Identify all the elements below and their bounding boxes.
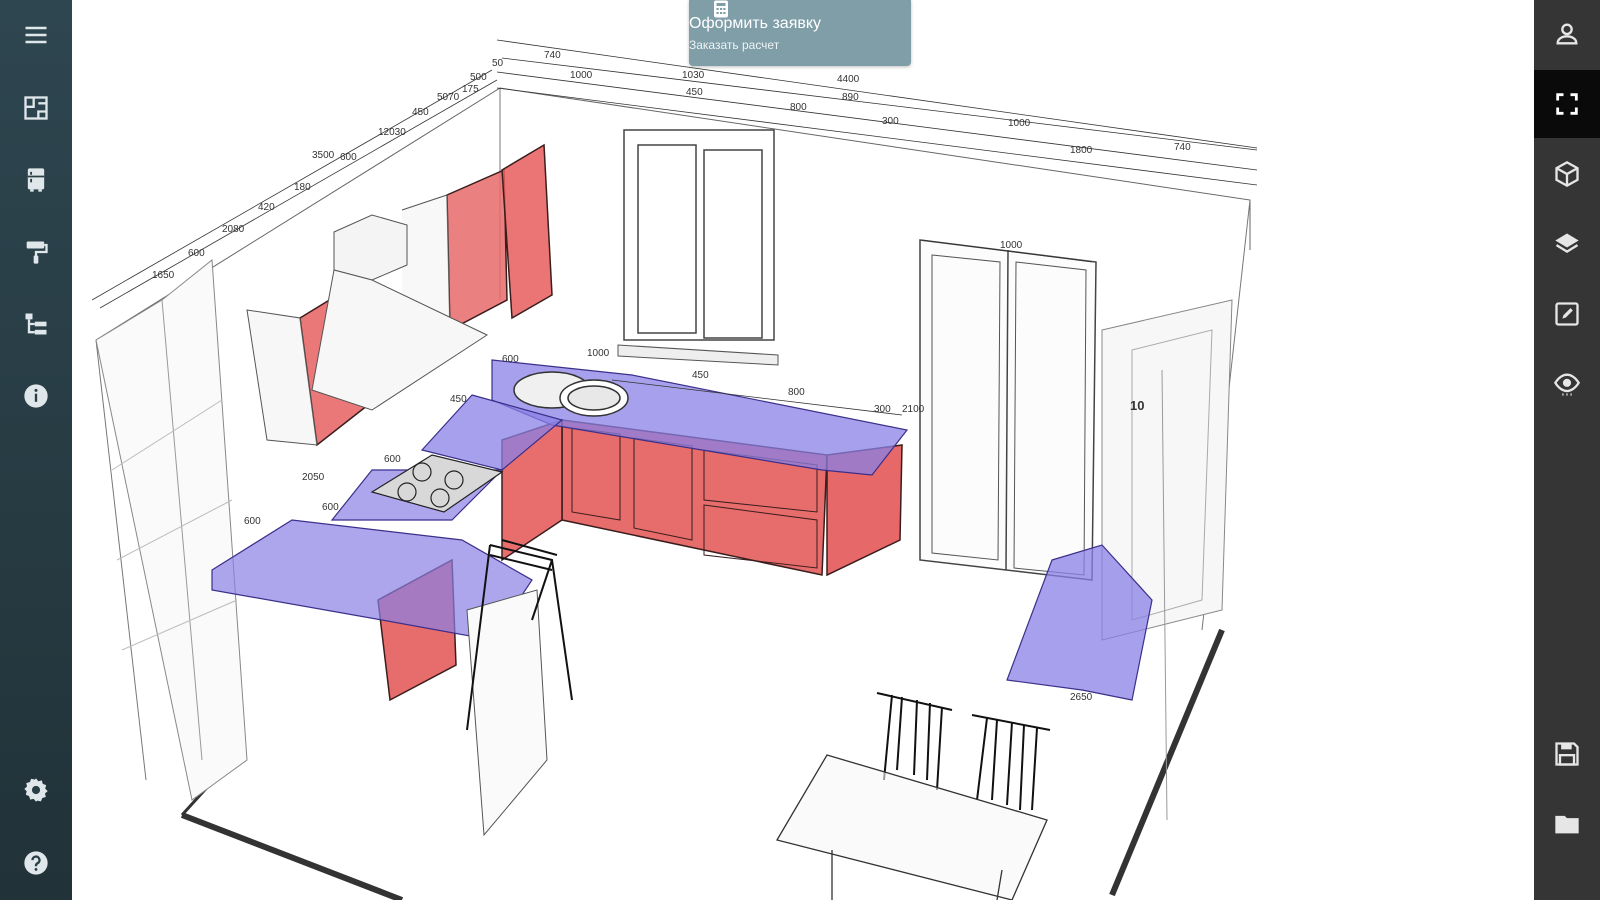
menu-icon — [25, 26, 47, 44]
dim-right-1: 10 — [1130, 398, 1144, 413]
dim-left-8: 12030 — [378, 127, 406, 138]
materials-button[interactable] — [0, 222, 72, 282]
dim-window-1: 1000 — [587, 348, 610, 359]
dim-left-1: 1650 — [152, 270, 175, 281]
dim-left-3: 2080 — [222, 224, 245, 235]
info-icon — [24, 384, 48, 408]
dim-left-4: 420 — [258, 202, 275, 213]
floor-plan-icon — [24, 96, 48, 120]
fullscreen-button[interactable] — [1534, 70, 1600, 138]
furniture-icon — [27, 168, 45, 192]
3d-view-button[interactable] — [1534, 140, 1600, 208]
dim-left-12: 500 — [470, 72, 487, 83]
help-button[interactable] — [0, 833, 72, 893]
kitchen-planner-app: 740 1000 1030 450 800 890 300 4400 1000 … — [0, 0, 1600, 900]
dim-top-4: 450 — [686, 87, 703, 98]
calculator-icon — [714, 0, 728, 18]
edit-icon — [1555, 302, 1579, 326]
user-icon — [1556, 23, 1578, 45]
dim-top-8: 4400 — [837, 74, 860, 85]
dim-height-1: 2050 — [302, 472, 325, 483]
folder-icon — [1555, 815, 1579, 834]
structure-button[interactable] — [0, 294, 72, 354]
fullscreen-icon — [1556, 93, 1578, 115]
dim-window-5: 2100 — [902, 404, 925, 415]
order-button-subtitle: Заказать расчет — [689, 37, 780, 52]
save-button[interactable] — [1534, 720, 1600, 788]
save-icon — [1555, 742, 1579, 766]
help-icon — [24, 851, 48, 875]
dim-height-2: 2650 — [1070, 692, 1093, 703]
dim-left-7: 600 — [340, 152, 357, 163]
dim-side-4: 450 — [450, 394, 467, 405]
dim-top-7: 300 — [882, 116, 899, 127]
dim-left-10: 5070 — [437, 92, 460, 103]
dim-side-3: 600 — [384, 454, 401, 465]
dim-top-2: 1000 — [570, 70, 593, 81]
dim-side-2: 600 — [322, 502, 339, 513]
dim-window-2: 450 — [692, 370, 709, 381]
dim-top-6: 890 — [842, 92, 859, 103]
right-toolbar — [1534, 0, 1600, 900]
left-sidebar — [0, 0, 72, 900]
kitchen-3d-drawing: 740 1000 1030 450 800 890 300 4400 1000 … — [91, 39, 1258, 900]
settings-gear-icon — [24, 778, 48, 802]
furniture-button[interactable] — [0, 150, 72, 210]
dim-window-4: 300 — [874, 404, 891, 415]
floor-plan-button[interactable] — [0, 78, 72, 138]
menu-button[interactable] — [0, 5, 72, 65]
hierarchy-icon — [25, 313, 47, 335]
order-button-title: Оформить заявку — [689, 14, 822, 32]
paint-roller-icon — [26, 241, 48, 264]
dim-left-2: 600 — [188, 248, 205, 259]
order-request-button[interactable]: Оформить заявку Заказать расчет — [689, 0, 911, 66]
dim-left-9: 450 — [412, 107, 429, 118]
dim-top-9: 1000 — [1008, 118, 1031, 129]
dim-top-5: 800 — [790, 102, 807, 113]
open-folder-button[interactable] — [1534, 790, 1600, 858]
dim-window-3: 800 — [788, 387, 805, 398]
dim-side-1: 600 — [244, 516, 261, 527]
layers-icon — [1555, 233, 1579, 253]
user-button[interactable] — [1534, 0, 1600, 68]
dim-top-10: 1800 — [1070, 145, 1093, 156]
dim-left-6: 3500 — [312, 150, 335, 161]
layers-button[interactable] — [1534, 210, 1600, 278]
eye-icon — [1553, 373, 1581, 396]
dim-side-5: 600 — [502, 354, 519, 365]
3d-viewport[interactable]: 740 1000 1030 450 800 890 300 4400 1000 … — [72, 0, 1534, 900]
settings-button[interactable] — [0, 760, 72, 820]
edit-button[interactable] — [1534, 280, 1600, 348]
dim-left-11: 175 — [462, 84, 479, 95]
dim-door-1: 1000 — [1000, 240, 1023, 251]
view-button[interactable] — [1534, 350, 1600, 418]
info-button[interactable] — [0, 366, 72, 426]
dim-top-1: 740 — [544, 50, 561, 61]
dim-top-3: 1030 — [682, 70, 705, 81]
dim-left-5: 180 — [294, 182, 311, 193]
dim-top-11: 740 — [1174, 142, 1191, 153]
cube-3d-icon — [1555, 160, 1579, 188]
dim-left-13: 50 — [492, 58, 504, 69]
